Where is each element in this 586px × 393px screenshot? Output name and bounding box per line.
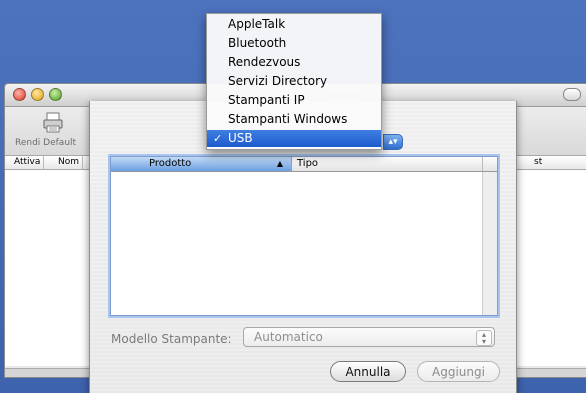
vertical-scrollbar[interactable] bbox=[482, 172, 497, 315]
menu-item-label: Servizi Directory bbox=[228, 74, 328, 88]
printer-icon[interactable] bbox=[41, 111, 65, 135]
checkmark-icon: ✓ bbox=[213, 132, 223, 145]
sort-ascending-icon: ▲ bbox=[276, 159, 283, 168]
printer-model-select[interactable]: Automatico ▴ ▾ bbox=[243, 327, 495, 347]
column-header-name[interactable]: Nom bbox=[55, 156, 84, 169]
menu-item-usb[interactable]: ✓ USB bbox=[207, 130, 381, 147]
cancel-button[interactable]: Annulla bbox=[330, 361, 406, 382]
menu-item-windows-printers[interactable]: Stampanti Windows bbox=[207, 111, 381, 128]
close-button[interactable] bbox=[13, 88, 26, 101]
menu-item-label: USB bbox=[228, 131, 253, 145]
menu-item-directory-services[interactable]: Servizi Directory bbox=[207, 73, 381, 90]
menu-item-label: Stampanti Windows bbox=[228, 112, 348, 126]
column-header-product[interactable]: Prodotto ▲ bbox=[111, 157, 292, 171]
printer-model-value: Automatico bbox=[254, 330, 323, 344]
product-table[interactable]: Prodotto ▲ Tipo bbox=[110, 156, 498, 316]
column-header-active[interactable]: Attiva bbox=[11, 156, 45, 169]
menu-item-rendezvous[interactable]: Rendezvous bbox=[207, 54, 381, 71]
menu-item-label: Bluetooth bbox=[228, 36, 287, 50]
menu-item-label: AppleTalk bbox=[228, 17, 286, 31]
column-header-type-label: Tipo bbox=[297, 158, 319, 169]
chevron-updown-icon: ▴ ▾ bbox=[476, 330, 492, 346]
product-table-body[interactable] bbox=[111, 172, 482, 315]
menu-item-bluetooth[interactable]: Bluetooth bbox=[207, 35, 381, 52]
toolbar-toggle-button[interactable] bbox=[563, 88, 581, 101]
column-header-product-label: Prodotto bbox=[149, 158, 192, 169]
printer-model-label: Modello Stampante: bbox=[111, 332, 232, 346]
column-header-type[interactable]: Tipo bbox=[292, 157, 483, 171]
connection-type-popup-arrows[interactable]: ▴▾ bbox=[383, 134, 403, 150]
add-button[interactable]: Aggiungi bbox=[417, 361, 500, 382]
menu-item-label: Stampanti IP bbox=[228, 93, 305, 107]
product-table-header: Prodotto ▲ Tipo bbox=[111, 157, 497, 172]
connection-type-menu[interactable]: AppleTalk Bluetooth Rendezvous Servizi D… bbox=[206, 13, 382, 150]
make-default-button[interactable]: Rendi Default bbox=[15, 138, 76, 148]
menu-item-appletalk[interactable]: AppleTalk bbox=[207, 16, 381, 33]
menu-item-label: Rendezvous bbox=[228, 55, 301, 69]
column-header-host[interactable]: st bbox=[531, 156, 545, 169]
zoom-button[interactable] bbox=[49, 88, 62, 101]
minimize-button[interactable] bbox=[31, 88, 44, 101]
menu-item-ip-printers[interactable]: Stampanti IP bbox=[207, 92, 381, 109]
